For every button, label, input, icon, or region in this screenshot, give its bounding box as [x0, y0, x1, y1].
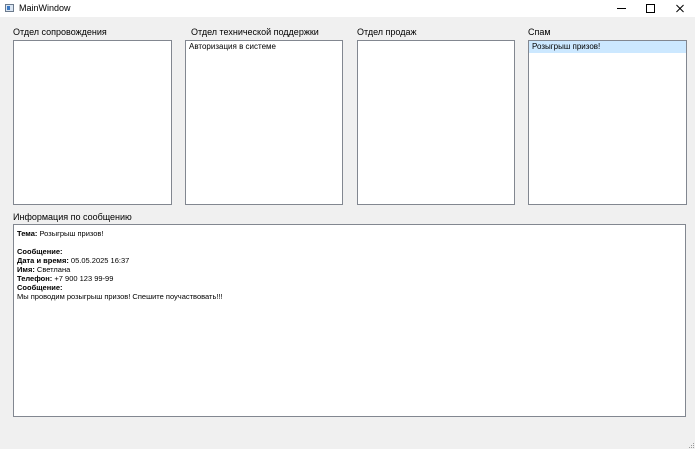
- window-title: MainWindow: [19, 3, 71, 13]
- name-label: Имя:: [17, 265, 35, 274]
- datetime-line: Дата и время: 05.05.2025 16:37: [17, 256, 682, 265]
- sales-dept-label: Отдел продаж: [357, 27, 417, 37]
- datetime-label: Дата и время:: [17, 256, 69, 265]
- window-titlebar[interactable]: MainWindow: [0, 0, 695, 17]
- minimize-icon: [616, 8, 626, 9]
- body-label-line: Сообщение:: [17, 283, 682, 292]
- close-icon: [675, 4, 685, 14]
- tech-support-list[interactable]: Авторизация в системе: [185, 40, 343, 205]
- phone-label: Телефон:: [17, 274, 53, 283]
- app-window-icon: [5, 4, 14, 12]
- spam-list[interactable]: Розыгрыш призов!: [528, 40, 687, 205]
- maximize-button[interactable]: [635, 0, 665, 17]
- list-item[interactable]: Авторизация в системе: [186, 41, 342, 53]
- phone-line: Телефон: +7 900 123 99-99: [17, 274, 682, 283]
- name-value: Светлана: [36, 265, 71, 274]
- support-dept-label: Отдел сопровождения: [13, 27, 107, 37]
- topic-line: Тема: Розыгрыш призов!: [17, 229, 682, 238]
- close-button[interactable]: [665, 0, 695, 17]
- topic-label: Тема:: [17, 229, 38, 238]
- list-item-selected[interactable]: Розыгрыш призов!: [529, 41, 686, 53]
- maximize-icon: [645, 4, 655, 13]
- name-line: Имя: Светлана: [17, 265, 682, 274]
- message-header: Сообщение:: [17, 247, 63, 256]
- body-label: Сообщение:: [17, 283, 63, 292]
- body-value: Мы проводим розыгрыш призов! Спешите поу…: [17, 292, 223, 301]
- resize-grip-icon[interactable]: [688, 442, 694, 448]
- topic-value: Розыгрыш призов!: [39, 229, 104, 238]
- datetime-value: 05.05.2025 16:37: [70, 256, 130, 265]
- message-info-label: Информация по сообщению: [13, 212, 132, 222]
- spam-label: Спам: [528, 27, 551, 37]
- phone-value: +7 900 123 99-99: [54, 274, 114, 283]
- sales-dept-list[interactable]: [357, 40, 515, 205]
- tech-support-label: Отдел технической поддержки: [191, 27, 319, 37]
- support-dept-list[interactable]: [13, 40, 172, 205]
- minimize-button[interactable]: [606, 0, 636, 17]
- message-header-line: Сообщение:: [17, 247, 682, 256]
- message-info-text[interactable]: Тема: Розыгрыш призов! Сообщение: Дата и…: [13, 224, 686, 417]
